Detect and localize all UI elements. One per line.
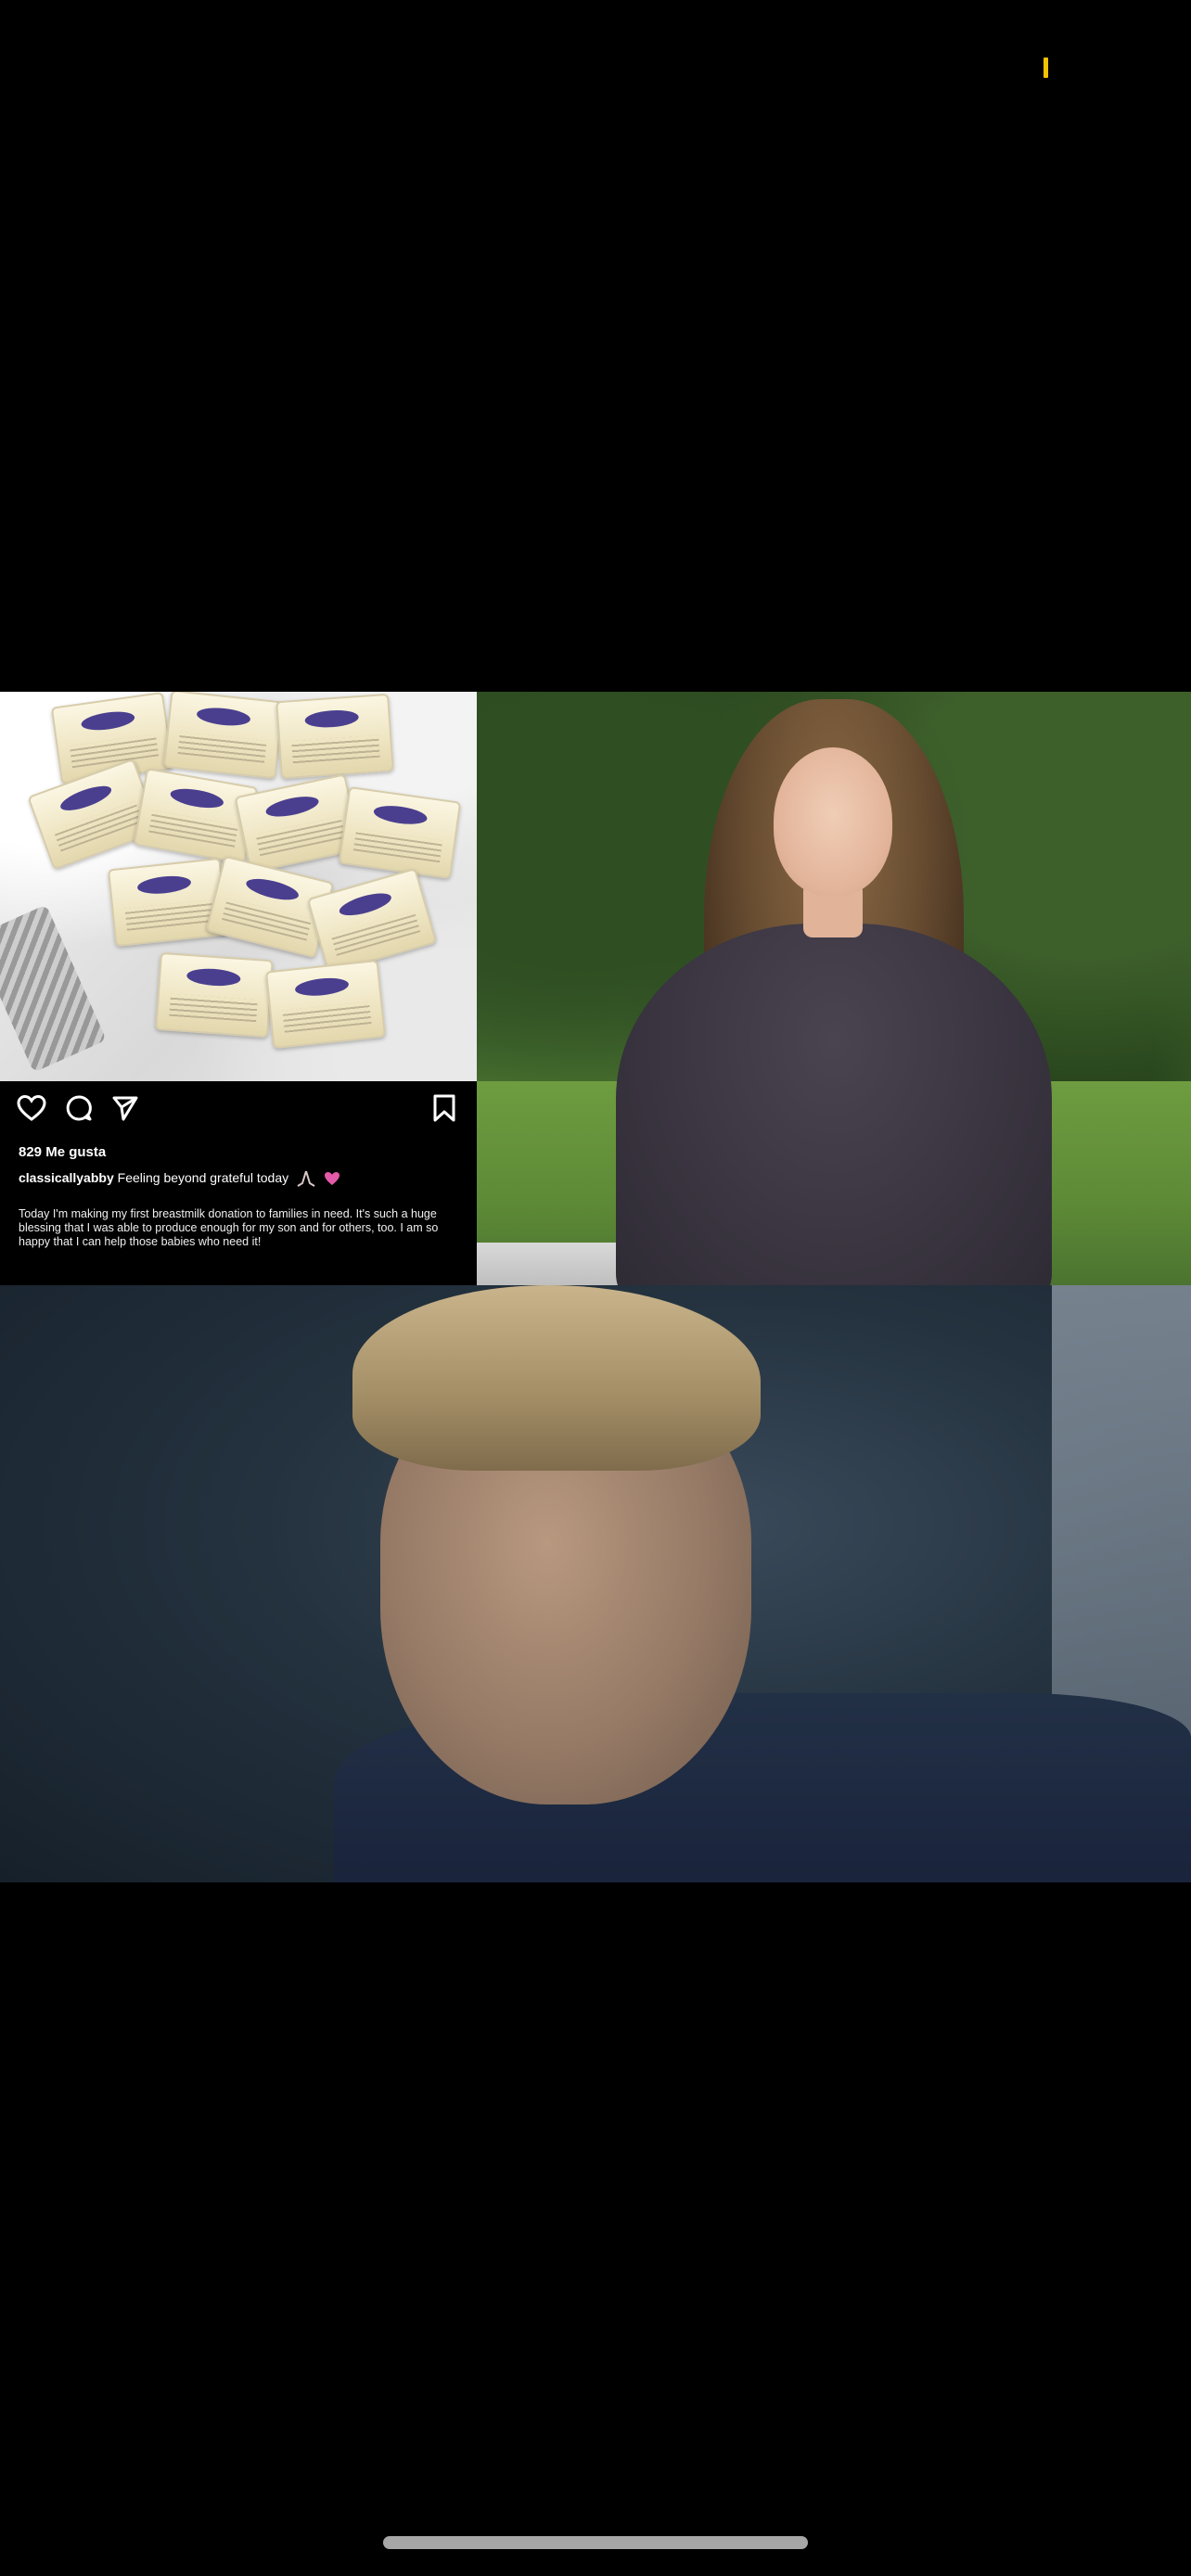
heart-icon [17,1094,46,1121]
bag-edge [0,904,107,1073]
pray-emoji [297,1171,315,1188]
status-marker [1044,57,1048,78]
reaction-still [0,1285,1191,1882]
milk-pouch [338,785,462,880]
caption-lead: Feeling beyond grateful today [117,1170,289,1185]
instagram-post-caption: 829 Me gusta classicallyabby Feeling bey… [0,1081,477,1285]
heart-emoji [324,1172,339,1186]
like-count: 829 Me gusta [19,1144,107,1160]
share-icon [112,1096,138,1121]
milk-pouches-photo [0,692,477,1081]
post-actions [17,1094,139,1122]
milk-pouch [275,693,394,780]
milk-pouch [264,959,387,1050]
milk-pouch [162,692,285,780]
username: classicallyabby [19,1170,114,1185]
bookmark-icon [433,1094,455,1122]
meme-image: 829 Me gusta classicallyabby Feeling bey… [0,692,1191,1882]
woman-portrait-photo [477,692,1191,1285]
face [774,747,892,896]
milk-pouch [155,951,274,1039]
screen: 829 Me gusta classicallyabby Feeling bey… [0,0,1191,2576]
milk-pouch [107,857,229,948]
caption-headline: classicallyabby Feeling beyond grateful … [19,1170,340,1188]
torso [616,924,1052,1285]
blond-hair [352,1285,761,1471]
comment-icon [66,1095,92,1121]
caption-body: Today I'm making my first breastmilk don… [19,1207,439,1248]
home-indicator[interactable] [383,2536,808,2549]
